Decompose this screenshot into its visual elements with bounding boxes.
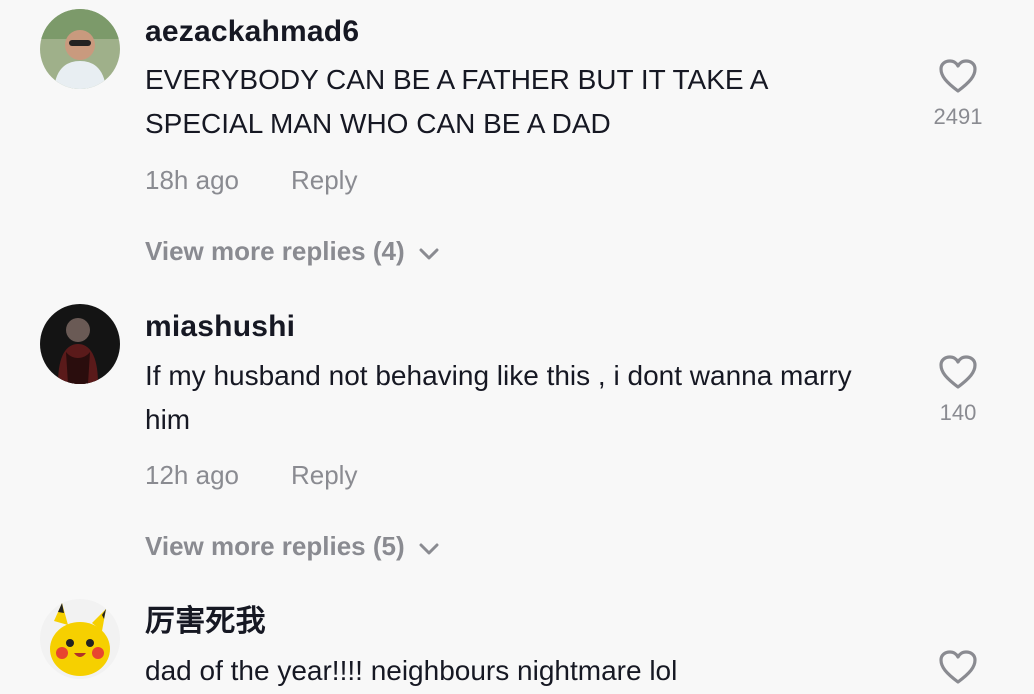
comment-text: EVERYBODY CAN BE A FATHER BUT IT TAKE A … (145, 64, 767, 139)
avatar[interactable] (40, 304, 120, 384)
man-with-sunglasses-avatar-icon (40, 9, 120, 89)
view-more-replies-button[interactable]: View more replies (4) (145, 238, 439, 264)
comment-username[interactable]: miashushi (145, 312, 295, 342)
chevron-down-icon (419, 238, 439, 264)
comment-meta: 18h ago Reply (145, 167, 357, 193)
like-count: 2491 (933, 104, 983, 129)
comment-timestamp: 18h ago (145, 165, 239, 195)
avatar[interactable] (40, 599, 120, 679)
comment-text: If my husband not behaving like this , i… (145, 360, 852, 435)
view-more-replies-label: View more replies (4) (145, 236, 405, 266)
comment-text: dad of the year!!!! neighbours nightmare… (145, 655, 678, 686)
comment-meta: 12h ago Reply (145, 462, 357, 488)
like-button[interactable]: 2491 (918, 58, 998, 128)
like-count: 140 (939, 400, 977, 425)
reply-button[interactable]: Reply (291, 165, 357, 195)
avatar[interactable] (40, 9, 120, 89)
heart-outline-icon (939, 355, 977, 389)
comment-username[interactable]: 厉害死我 (145, 607, 266, 637)
chevron-down-icon (419, 533, 439, 559)
heart-outline-icon (939, 650, 977, 684)
view-more-replies-label: View more replies (5) (145, 531, 405, 561)
comment-timestamp: 12h ago (145, 460, 239, 490)
view-more-replies-button[interactable]: View more replies (5) (145, 533, 439, 559)
pikachu-avatar-icon (40, 599, 120, 679)
dark-portrait-avatar-icon (40, 304, 120, 384)
like-button[interactable] (918, 649, 998, 685)
reply-button[interactable]: Reply (291, 460, 357, 490)
heart-outline-icon (939, 59, 977, 93)
comment-username[interactable]: aezackahmad6 (145, 17, 359, 47)
comment-list: aezackahmad6 EVERYBODY CAN BE A FATHER B… (0, 0, 1034, 694)
like-button[interactable]: 140 (918, 354, 998, 424)
